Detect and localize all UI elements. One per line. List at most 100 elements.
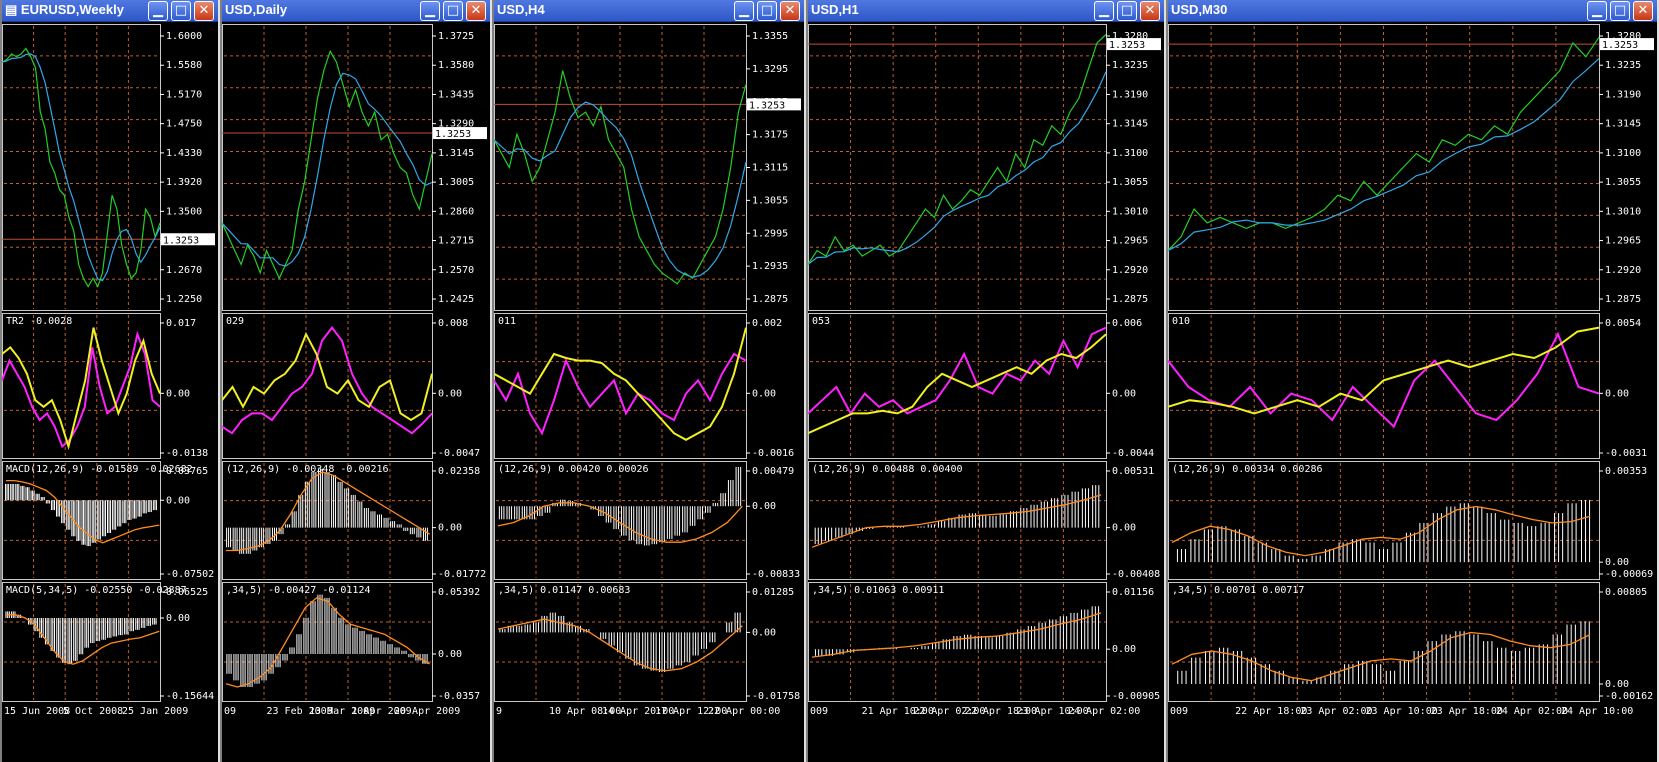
date-axis: 9 10 Apr 08:0014 Apr 20:0017 Apr 12:0022 …	[496, 706, 780, 717]
axis-tick-label: 1.3055	[1112, 177, 1148, 188]
window-title: USD,H1	[811, 2, 859, 17]
maximize-button[interactable]: □	[1610, 1, 1630, 21]
minimize-button[interactable]: ▁	[1094, 1, 1114, 21]
close-icon: ✕	[1144, 3, 1156, 18]
indicator-line-a	[808, 326, 1107, 416]
date-label: 09	[224, 706, 236, 717]
minimize-button[interactable]: ▁	[148, 1, 168, 21]
ind1-pane[interactable]: 0.006 0.00 -0.0044 053	[808, 313, 1164, 459]
maximize-button[interactable]: □	[757, 1, 777, 21]
current-price-label: 1.3253	[435, 129, 471, 140]
macd-label: (12,26,9) 0.00420 0.00026	[498, 464, 649, 475]
macd2-pane[interactable]: 0.01285 0.00 -0.01758 ,34,5) 0.01147 0.0068…	[494, 582, 804, 702]
axis-tick-label: -0.00833	[752, 569, 800, 580]
macd1-pane[interactable]: 0.00479 0.00 -0.00833 (12,26,9) 0.00420 0.0…	[494, 461, 804, 580]
date-label: 5 Oct 2008	[63, 706, 123, 717]
axis-tick-label: 1.5170	[166, 89, 202, 100]
window-title: USD,H4	[497, 2, 545, 17]
window-title: USD,M30	[1171, 2, 1228, 17]
macd2-pane[interactable]: 0.00805 0.00-0.00162 ,34,5) 0.00701 0.0071…	[1168, 582, 1657, 702]
window-titlebar[interactable]: USD,H1 ▁ □ ✕	[808, 0, 1164, 22]
macd1-pane[interactable]: 0.00531 0.00 -0.00408 (12,26,9) 0.00488 0.0…	[808, 461, 1164, 580]
current-price-label: 1.3253	[749, 100, 785, 111]
close-button[interactable]: ✕	[1140, 1, 1160, 21]
window-titlebar[interactable]: USD,M30 ▁ □ ✕	[1168, 0, 1657, 22]
ind1-pane[interactable]: 0.008 0.00 -0.0047 029	[222, 313, 490, 459]
axis-tick-label: 1.3580	[438, 60, 474, 71]
minimize-button[interactable]: ▁	[420, 1, 440, 21]
axis-tick-label: 1.2995	[752, 228, 788, 239]
minimize-button[interactable]: ▁	[1587, 1, 1607, 21]
ind1-pane[interactable]: 0.002 0.00 -0.0016 011	[494, 313, 804, 459]
indicator-line-a	[2, 330, 161, 449]
macd1-pane[interactable]: 0.037650.00-0.07502MACD(12,26,9) -0.0158…	[2, 461, 218, 580]
axis-tick-label: 0.008	[438, 318, 468, 329]
moving-average-line	[222, 72, 433, 267]
price-pane[interactable]: 1.6000 1.5580 1.5170 1.4750 1.4330 1.3920 1.35…	[2, 24, 218, 311]
macd1-pane[interactable]: 0.00353 0.00-0.00069 (12,26,9) 0.00334 0.0…	[1168, 461, 1657, 580]
axis-tick-label: 1.2715	[438, 236, 474, 247]
axis-tick-label: 1.3055	[752, 195, 788, 206]
axis-tick-label: 1.3145	[1112, 119, 1148, 130]
close-button[interactable]: ✕	[1633, 1, 1653, 21]
minimize-icon: ▁	[1592, 3, 1602, 18]
maximize-button[interactable]: □	[171, 1, 191, 21]
axis-tick-label: 1.2965	[1605, 236, 1641, 247]
close-button[interactable]: ✕	[194, 1, 214, 21]
moving-average-line	[808, 71, 1107, 265]
indicator-label: 011	[498, 316, 516, 327]
axis-tick-label: 1.3055	[1605, 177, 1641, 188]
close-button[interactable]: ✕	[780, 1, 800, 21]
minimize-button[interactable]: ▁	[734, 1, 754, 21]
macd-label: ,34,5) 0.01147 0.00683	[498, 585, 630, 596]
axis-tick-label: 1.3725	[438, 31, 474, 42]
maximize-button[interactable]: □	[443, 1, 463, 21]
window-title: USD,Daily	[225, 2, 288, 17]
axis-tick-label: 0.00	[438, 388, 462, 399]
price-pane[interactable]: 1.32801.32351.31901.31451.31001.30551.30…	[1168, 24, 1657, 311]
maximize-button[interactable]: □	[1117, 1, 1137, 21]
macd1-pane[interactable]: 0.02358 0.00 -0.01772 (12,26,9) -0.00348 -0…	[222, 461, 490, 580]
price-pane[interactable]: 1.32801.32351.31901.31451.31001.30551.30…	[808, 24, 1164, 311]
maximize-icon: □	[1613, 3, 1627, 18]
axis-tick-label: 1.2670	[166, 265, 202, 276]
macd2-pane[interactable]: 0.065250.00-0.15644MACD(5,34,5) -0.02550…	[2, 582, 218, 702]
axis-tick-label: 1.3435	[438, 89, 474, 100]
axis-tick-label: 1.3190	[1112, 89, 1148, 100]
axis-tick-label: 1.3235	[1605, 60, 1641, 71]
chart-window-1[interactable]: USD,Daily ▁ □ ✕ 1.3725 1.3580 1.3435 1.3290 1.31…	[220, 0, 492, 762]
date-label: 25 Jan 2009	[122, 706, 188, 717]
pane-frame	[808, 313, 1107, 459]
ind1-pane[interactable]: 0.0054 0.00 -0.0031 010	[1168, 313, 1657, 459]
minimize-icon: ▁	[1099, 3, 1109, 18]
current-price-label: 1.3253	[1602, 40, 1638, 51]
axis-tick-label: -0.00069	[1605, 569, 1653, 580]
indicator-line-b	[808, 333, 1107, 435]
macd-label: (12,26,9) 0.00334 0.00286	[1172, 464, 1323, 475]
window-titlebar[interactable]: ▤ EURUSD,Weekly ▁ □ ✕	[2, 0, 218, 22]
axis-tick-label: 0.00	[1605, 557, 1629, 568]
window-titlebar[interactable]: USD,H4 ▁ □ ✕	[494, 0, 804, 22]
current-price-label: 1.3253	[163, 235, 199, 246]
close-icon: ✕	[470, 3, 482, 18]
chart-window-4[interactable]: USD,M30 ▁ □ ✕ 1.3280 1.3235 1.3190 1.3145 1.3100…	[1166, 0, 1659, 762]
date-axis: 009 21 Apr 10:0022 Apr 02:0022 Apr 18:002…	[810, 706, 1140, 717]
price-line	[2, 47, 161, 289]
terminal-workspace: ▤ EURUSD,Weekly ▁ □ ✕ 1.6000 1.5580 1.5170 1.47…	[0, 0, 1659, 762]
chart-window-0[interactable]: ▤ EURUSD,Weekly ▁ □ ✕ 1.6000 1.5580 1.5170 1.47…	[0, 0, 220, 762]
price-pane[interactable]: 1.33551.32951.32351.31751.31151.30551.29…	[494, 24, 804, 311]
close-button[interactable]: ✕	[466, 1, 486, 21]
macd2-pane[interactable]: 0.05392 0.00 -0.0357 ,34,5) -0.00427 -0.011…	[222, 582, 490, 702]
price-pane[interactable]: 1.37251.35801.34351.32901.31451.30051.28…	[222, 24, 490, 311]
chart-window-3[interactable]: USD,H1 ▁ □ ✕ 1.3280 1.3235 1.3190 1.3145 1.3100 1…	[806, 0, 1166, 762]
ind1-pane[interactable]: 0.017 0.00 -0.0138 TR2 -0.0028	[2, 313, 218, 459]
window-titlebar[interactable]: USD,Daily ▁ □ ✕	[222, 0, 490, 22]
axis-tick-label: 1.3500	[166, 206, 202, 217]
indicator-line-b	[2, 327, 161, 451]
axis-tick-label: 1.5580	[166, 60, 202, 71]
macd2-pane[interactable]: 0.01156 0.00 -0.00905 ,34,5) 0.01063 0.0091…	[808, 582, 1164, 702]
chart-window-2[interactable]: USD,H4 ▁□✕ 1.33551.32951.32351.31751.31151…	[492, 0, 806, 762]
date-label: 9	[496, 706, 502, 717]
axis-tick-label: 0.00	[1605, 679, 1629, 690]
price-line	[808, 34, 1107, 265]
